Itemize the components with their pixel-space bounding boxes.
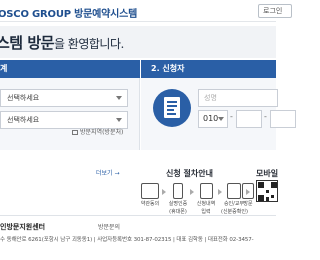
- procedure-step-input: 신청내역 입력: [193, 183, 219, 215]
- chevron-down-icon: [218, 117, 224, 121]
- brand-title[interactable]: OSCO GROUP 방문예약시스템: [0, 5, 137, 20]
- procedure-step-verify: 실명인증 (휴대폰): [165, 183, 191, 215]
- procedure-step-terms: 약관동의: [137, 183, 163, 207]
- step2-header: 2. 신청자: [141, 60, 276, 78]
- applicant-form-icon: [153, 89, 191, 127]
- procedure-step-visit: 방문: [240, 183, 256, 207]
- location-select-value: 선택하세요: [7, 116, 40, 124]
- id-card-icon: [227, 183, 241, 199]
- qr-code-icon: [256, 180, 278, 202]
- chevron-down-icon: [116, 118, 122, 122]
- login-button[interactable]: 로그인: [258, 4, 292, 18]
- more-link[interactable]: 더보기 →: [96, 168, 120, 177]
- phone-last-input[interactable]: [270, 110, 296, 128]
- phone-prefix-select[interactable]: 010: [198, 110, 228, 128]
- phone-middle-input[interactable]: [236, 110, 262, 128]
- procedure-title: 신청 절차안내: [166, 169, 213, 178]
- footer-inquiry-link[interactable]: 방문문의: [98, 222, 120, 231]
- monitor-icon: [141, 183, 159, 199]
- step1-header: 계: [0, 60, 140, 78]
- footer-address: 수 동해안로 6261(포항시 남구 괴동동1) | 사업자등록번호 301-8…: [0, 237, 254, 243]
- phone-dash: -: [264, 112, 267, 121]
- phone-icon: [173, 183, 183, 199]
- company-select[interactable]: 선택하세요: [0, 89, 128, 107]
- welcome-main: 스템 방문: [0, 34, 54, 52]
- company-select-value: 선택하세요: [7, 94, 40, 102]
- mobile-title: 모바일: [256, 169, 279, 178]
- footer-org: 인방문지원센터: [0, 223, 46, 231]
- phone-dash: -: [230, 112, 233, 121]
- map-icon: [72, 130, 78, 135]
- location-lookup-label: 방문지역(방문처): [80, 129, 124, 136]
- location-lookup-link[interactable]: 방문지역(방문처): [72, 127, 123, 136]
- name-input[interactable]: 성명: [198, 89, 278, 107]
- top-bar: OSCO GROUP 방문예약시스템 로그인: [0, 0, 292, 22]
- building-icon: [242, 183, 254, 199]
- welcome-suffix: 을 환영합니다.: [53, 37, 124, 51]
- chevron-down-icon: [116, 96, 122, 100]
- welcome-text: 스템 방문을 환영합니다.: [0, 32, 124, 53]
- phone-prefix-value: 010: [203, 114, 219, 123]
- footer-divider: [0, 215, 276, 216]
- document-icon: [199, 183, 213, 199]
- welcome-banner: 스템 방문을 환영합니다.: [0, 26, 276, 58]
